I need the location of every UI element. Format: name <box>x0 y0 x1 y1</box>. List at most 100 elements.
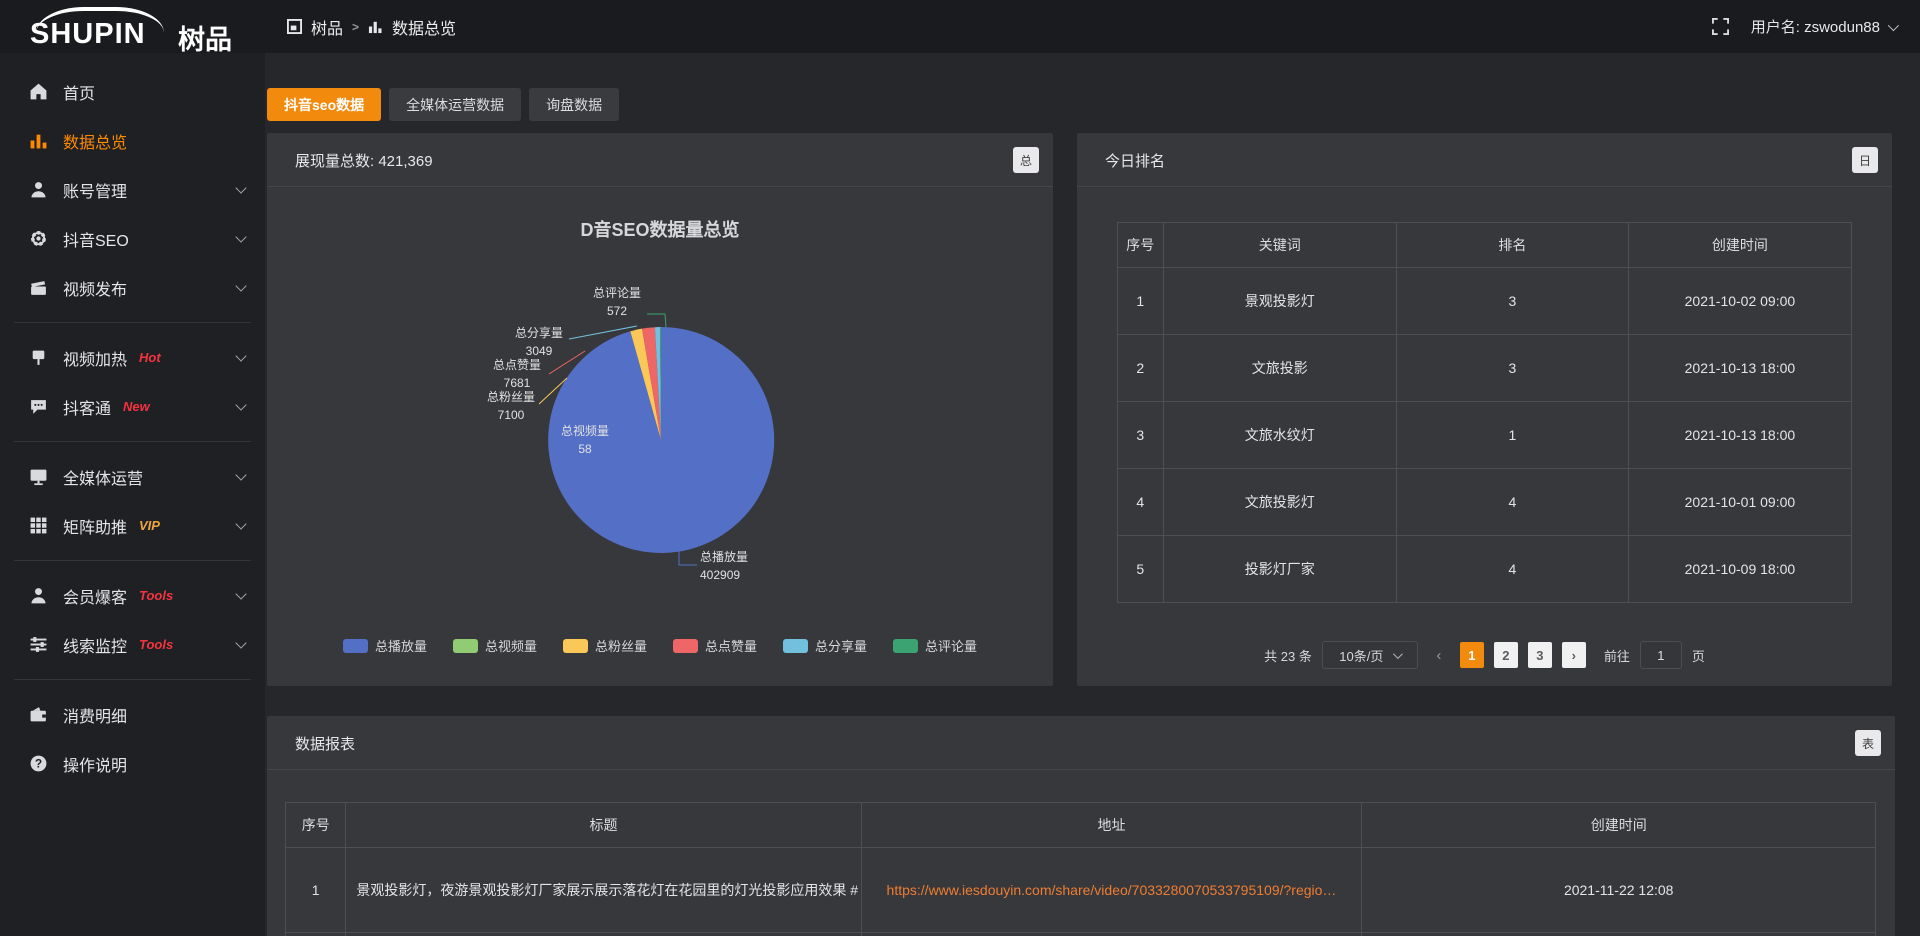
pie-label-videos: 总视频量58 <box>540 422 630 458</box>
table-row[interactable]: 5 投影灯厂家 4 2021-10-09 18:00 <box>1118 536 1852 603</box>
chevron-down-icon <box>235 231 246 242</box>
legend-item-videos[interactable]: 总视频量 <box>453 636 537 655</box>
col-created: 创建时间 <box>1362 803 1876 848</box>
tab-omnimedia-data[interactable]: 全媒体运营数据 <box>389 88 521 121</box>
table-row[interactable]: 3 文旅水纹灯 1 2021-10-13 18:00 <box>1118 402 1852 469</box>
sidebar: 首页 数据总览 账号管理 抖音SEO 视频发布 <box>0 53 265 936</box>
bar-chart-icon <box>368 19 383 34</box>
sidebar-divider <box>14 441 251 442</box>
col-created: 创建时间 <box>1628 223 1851 268</box>
screen-sign-icon <box>29 348 48 367</box>
sidebar-item-home[interactable]: 首页 <box>0 67 265 116</box>
chevron-down-icon <box>235 518 246 529</box>
page-button-1[interactable]: 1 <box>1460 642 1484 668</box>
fullscreen-icon[interactable] <box>1712 18 1729 35</box>
bar-chart-icon <box>29 131 48 150</box>
chevron-down-icon <box>1393 649 1403 659</box>
page-size-select[interactable]: 10条/页 <box>1322 641 1418 669</box>
app-logo: SHUPIN 树品 <box>30 6 260 50</box>
legend-swatch <box>673 639 698 653</box>
ranking-panel-title: 今日排名 <box>1105 133 1165 187</box>
window-icon <box>287 19 302 34</box>
goto-suffix: 页 <box>1692 646 1705 665</box>
legend-item-shares[interactable]: 总分享量 <box>783 636 867 655</box>
sidebar-item-instructions[interactable]: ? 操作说明 <box>0 739 265 788</box>
sidebar-divider <box>14 560 251 561</box>
table-toggle-button[interactable]: 表 <box>1855 730 1881 756</box>
sidebar-item-label: 视频发布 <box>63 276 127 300</box>
comment-icon <box>29 397 48 416</box>
table-row[interactable]: 4 文旅投影灯 4 2021-10-01 09:00 <box>1118 469 1852 536</box>
sidebar-item-member-tools[interactable]: 会员爆客 Tools <box>0 571 265 620</box>
sidebar-item-label: 抖音SEO <box>63 227 129 251</box>
sidebar-item-label: 消费明细 <box>63 703 127 727</box>
chart-legend: 总播放量 总视频量 总粉丝量 总点赞量 总分享量 <box>267 636 1053 655</box>
sidebar-item-douyin-seo[interactable]: 抖音SEO <box>0 214 265 263</box>
sidebar-divider <box>14 322 251 323</box>
table-header-row: 序号 关键词 排名 创建时间 <box>1118 223 1852 268</box>
prev-page-button[interactable]: ‹ <box>1428 642 1450 668</box>
tab-douyin-seo-data[interactable]: 抖音seo数据 <box>267 88 381 121</box>
seo-pie-chart[interactable] <box>267 188 1053 689</box>
goto-page-input[interactable] <box>1640 641 1682 669</box>
legend-item-comments[interactable]: 总评论量 <box>893 636 977 655</box>
col-keyword: 关键词 <box>1163 223 1396 268</box>
pie-label-play: 总播放量402909 <box>700 548 790 584</box>
ranking-panel-header: 今日排名 日 <box>1077 133 1892 187</box>
sidebar-item-data-overview[interactable]: 数据总览 <box>0 116 265 165</box>
user-icon <box>29 180 48 199</box>
sidebar-item-doukutong[interactable]: 抖客通 New <box>0 382 265 431</box>
table-row <box>286 933 1876 936</box>
main-content: 抖音seo数据 全媒体运营数据 询盘数据 展现量总数: 421,369 总 D音… <box>265 53 1920 936</box>
pie-label-comments: 总评论量572 <box>572 284 662 320</box>
new-badge: New <box>123 399 150 414</box>
sidebar-item-label: 线索监控 <box>63 633 127 657</box>
sidebar-item-omnimedia[interactable]: 全媒体运营 <box>0 452 265 501</box>
legend-swatch <box>453 639 478 653</box>
sidebar-item-account-management[interactable]: 账号管理 <box>0 165 265 214</box>
sidebar-item-label: 会员爆客 <box>63 584 127 608</box>
report-panel: 数据报表 表 序号 标题 地址 创建时间 1 景观投影灯，夜游景观投影灯厂家展示… <box>267 716 1895 936</box>
next-page-button[interactable]: › <box>1562 642 1586 668</box>
legend-swatch <box>563 639 588 653</box>
sidebar-item-matrix-boost[interactable]: 矩阵助推 VIP <box>0 501 265 550</box>
sidebar-item-video-heat[interactable]: 视频加热 Hot <box>0 333 265 382</box>
page-button-2[interactable]: 2 <box>1494 642 1518 668</box>
pie-chart-area: D音SEO数据量总览 总评论量572 总分享量3049 <box>267 188 1053 686</box>
ranking-panel: 今日排名 日 序号 关键词 排名 创建时间 1 景观投影灯 3 2021-10-… <box>1077 133 1892 686</box>
legend-item-likes[interactable]: 总点赞量 <box>673 636 757 655</box>
legend-item-play[interactable]: 总播放量 <box>343 636 427 655</box>
total-toggle-button[interactable]: 总 <box>1013 147 1039 173</box>
hot-badge: Hot <box>139 350 161 365</box>
breadcrumb-current: 数据总览 <box>392 15 456 39</box>
sidebar-item-video-publish[interactable]: 视频发布 <box>0 263 265 312</box>
video-link[interactable]: https://www.iesdouyin.com/share/video/70… <box>861 848 1362 933</box>
user-menu[interactable]: 用户名: zswodun88 <box>1751 16 1896 37</box>
sidebar-item-label: 全媒体运营 <box>63 465 143 489</box>
legend-swatch <box>343 639 368 653</box>
monitor-icon <box>29 467 48 486</box>
breadcrumb-separator: > <box>352 20 359 34</box>
svg-text:?: ? <box>35 758 42 771</box>
page-button-3[interactable]: 3 <box>1528 642 1552 668</box>
table-row[interactable]: 1 景观投影灯 3 2021-10-02 09:00 <box>1118 268 1852 335</box>
leader-line-play <box>679 551 697 565</box>
col-url: 地址 <box>861 803 1362 848</box>
impressions-total-stat: 展现量总数: 421,369 <box>295 133 433 187</box>
grid-icon <box>29 516 48 535</box>
legend-item-fans[interactable]: 总粉丝量 <box>563 636 647 655</box>
sidebar-item-lead-monitor[interactable]: 线索监控 Tools <box>0 620 265 669</box>
overview-panel: 展现量总数: 421,369 总 D音SEO数据量总览 总评论量 <box>267 133 1053 686</box>
chevron-down-icon <box>235 637 246 648</box>
report-panel-header: 数据报表 表 <box>267 716 1895 770</box>
breadcrumb-root[interactable]: 树品 <box>311 15 343 39</box>
user-icon <box>29 586 48 605</box>
overview-panel-header: 展现量总数: 421,369 总 <box>267 133 1053 187</box>
sidebar-item-consumption-detail[interactable]: 消费明细 <box>0 690 265 739</box>
chevron-down-icon <box>235 588 246 599</box>
ranking-table: 序号 关键词 排名 创建时间 1 景观投影灯 3 2021-10-02 09:0… <box>1117 222 1852 603</box>
tab-inquiry-data[interactable]: 询盘数据 <box>529 88 619 121</box>
table-row[interactable]: 2 文旅投影 3 2021-10-13 18:00 <box>1118 335 1852 402</box>
table-row[interactable]: 1 景观投影灯，夜游景观投影灯厂家展示展示落花灯在花园里的灯光投影应用效果 # … <box>286 848 1876 933</box>
day-toggle-button[interactable]: 日 <box>1852 147 1878 173</box>
